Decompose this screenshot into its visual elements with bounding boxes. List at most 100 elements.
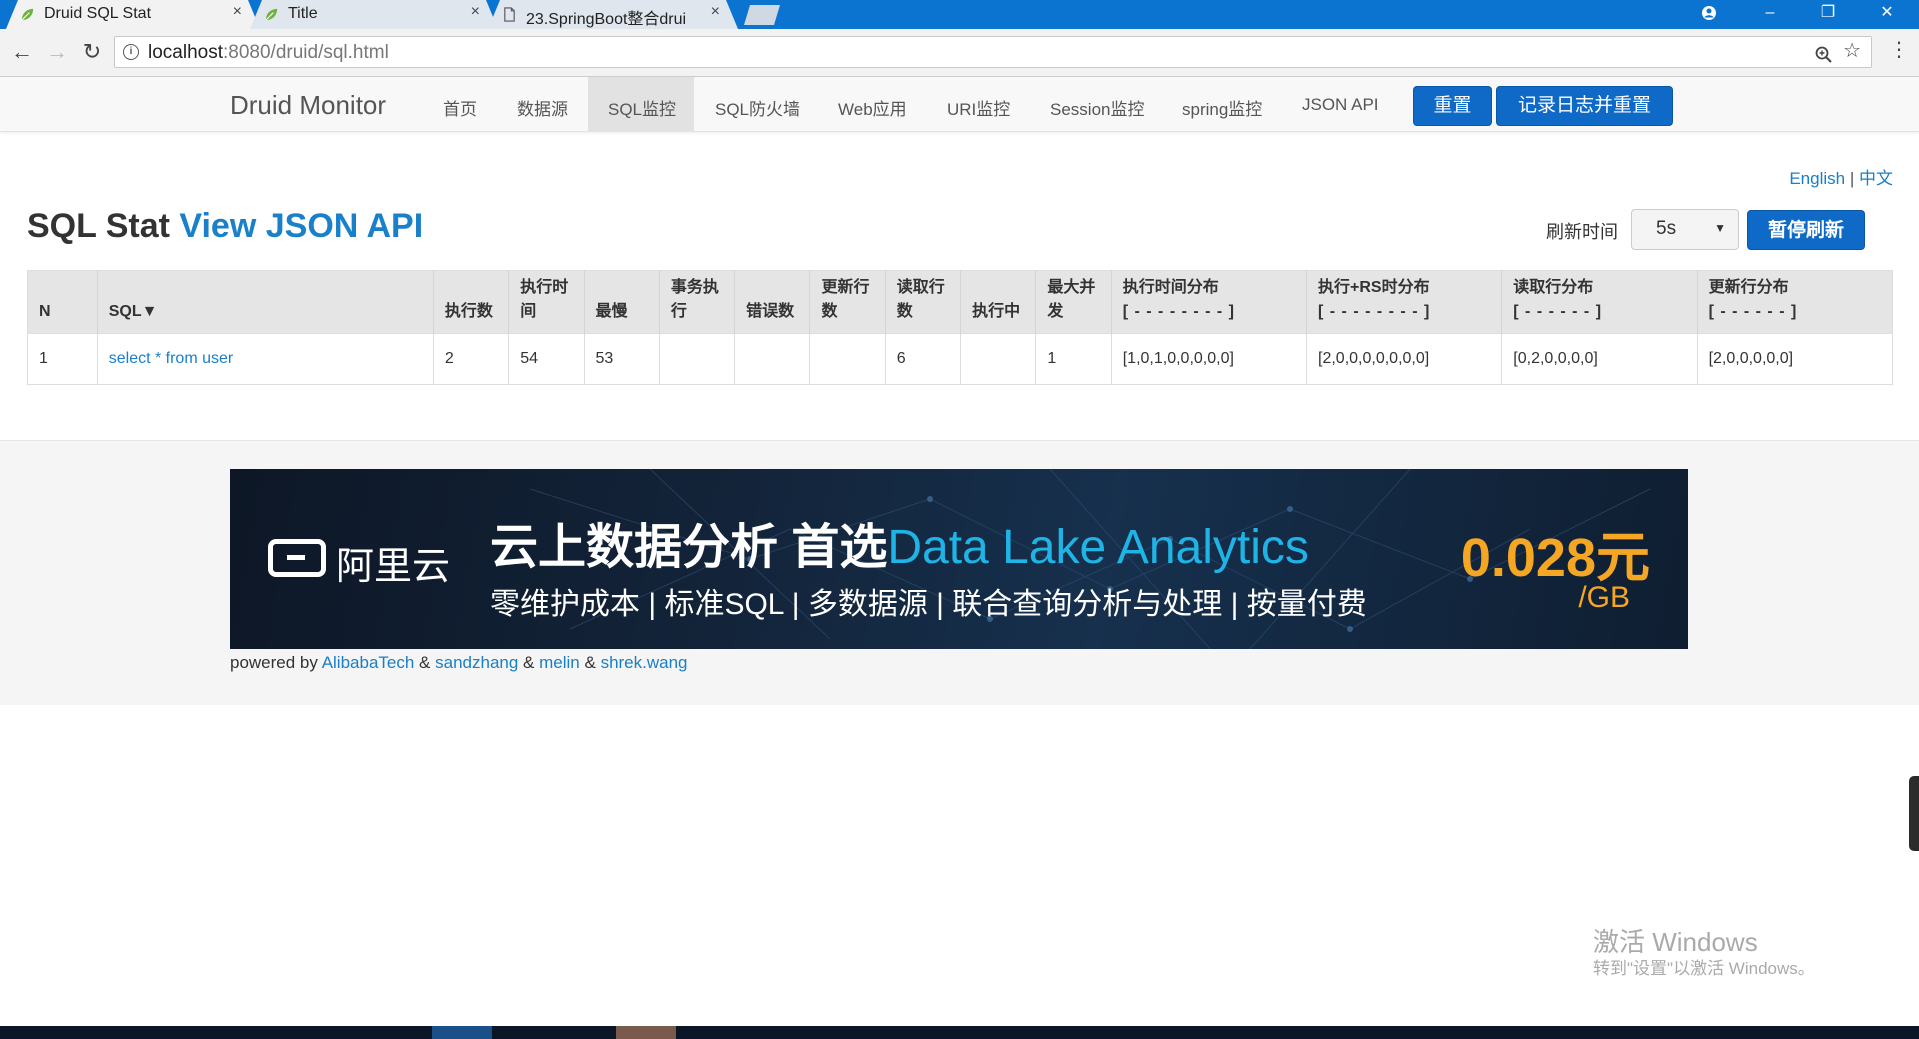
- windows-activation-hint: 转到"设置"以激活 Windows。: [1593, 959, 1815, 978]
- col-header-fetch-histogram: 读取行分布[ - - - - - - ]: [1501, 270, 1698, 334]
- zoom-icon[interactable]: [1815, 40, 1833, 69]
- banner-price-unit: /GB: [1578, 581, 1630, 614]
- pause-refresh-button[interactable]: 暂停刷新: [1747, 210, 1865, 250]
- col-header-errors[interactable]: 错误数: [734, 270, 810, 334]
- refresh-interval-select[interactable]: 5s ▼: [1631, 209, 1739, 250]
- taskbar-item[interactable]: [616, 1026, 676, 1039]
- banner-headline: 云上数据分析 首选Data Lake Analytics: [490, 521, 1309, 574]
- tab-title-page[interactable]: Title ×: [250, 0, 498, 29]
- leaf-icon: [264, 7, 279, 22]
- back-icon[interactable]: ←: [9, 40, 35, 64]
- side-scroll-handle[interactable]: [1909, 776, 1919, 851]
- cell-running: [960, 333, 1036, 385]
- close-icon[interactable]: ×: [711, 3, 720, 21]
- close-icon[interactable]: ×: [233, 3, 242, 21]
- leaf-icon: [20, 7, 35, 22]
- lang-chinese-link[interactable]: 中文: [1859, 169, 1893, 188]
- brand-title[interactable]: Druid Monitor: [230, 90, 386, 121]
- cell-exec-count: 2: [432, 333, 509, 385]
- sql-stat-table: N SQL▼ 执行数 执行时间 最慢 事务执行 错误数 更新行数 读取行数 执行…: [27, 270, 1893, 385]
- nav-web-app[interactable]: Web应用: [838, 95, 907, 120]
- aliyun-logo-text: 阿里云: [336, 546, 451, 588]
- cell-fetch-histogram: [0,2,0,0,0,0]: [1501, 333, 1698, 385]
- footer: 阿里云 云上数据分析 首选Data Lake Analytics 零维护成本 |…: [0, 440, 1919, 705]
- ad-banner[interactable]: 阿里云 云上数据分析 首选Data Lake Analytics 零维护成本 |…: [230, 469, 1688, 649]
- col-header-slowest[interactable]: 最慢: [583, 270, 660, 334]
- tab-title: 23.SpringBoot整合drui: [526, 11, 687, 28]
- nav-datasource[interactable]: 数据源: [517, 95, 568, 120]
- table-header-row: N SQL▼ 执行数 执行时间 最慢 事务执行 错误数 更新行数 读取行数 执行…: [27, 270, 1893, 334]
- language-switch: English | 中文: [1789, 164, 1893, 189]
- tab-strip: Druid SQL Stat × Title × 23.SpringBoot整合…: [0, 0, 1919, 29]
- minimize-icon[interactable]: –: [1747, 0, 1793, 29]
- col-header-max-concurrent[interactable]: 最大并发: [1035, 270, 1112, 334]
- page-title-text: SQL Stat: [27, 207, 170, 245]
- nav-json-api[interactable]: JSON API: [1302, 95, 1379, 115]
- druid-navbar: Druid Monitor 首页 数据源 SQL监控 SQL防火墙 Web应用 …: [0, 77, 1919, 132]
- window-close-icon[interactable]: ✕: [1864, 0, 1910, 29]
- link-sandzhang[interactable]: sandzhang: [435, 653, 518, 672]
- restore-icon[interactable]: ❐: [1805, 0, 1851, 29]
- bookmark-star-icon[interactable]: ☆: [1843, 38, 1861, 63]
- col-header-n[interactable]: N: [27, 270, 98, 334]
- cell-max-concurrent: 1: [1035, 333, 1112, 385]
- col-header-fetch-rows[interactable]: 读取行数: [884, 270, 961, 334]
- tab-springboot-druid[interactable]: 23.SpringBoot整合drui ×: [488, 0, 738, 29]
- address-bar[interactable]: i localhost:8080/druid/sql.html ☆: [114, 36, 1872, 68]
- cell-exec-rs-histogram: [2,0,0,0,0,0,0,0]: [1305, 333, 1502, 385]
- url-text: localhost:8080/druid/sql.html: [148, 42, 389, 63]
- lang-separator: |: [1849, 169, 1855, 188]
- col-header-exec-count[interactable]: 执行数: [432, 270, 509, 334]
- col-header-running[interactable]: 执行中: [960, 270, 1036, 334]
- cell-slowest: 53: [583, 333, 660, 385]
- lang-english-link[interactable]: English: [1789, 169, 1845, 188]
- document-icon: [502, 7, 517, 22]
- browser-toolbar: ← → ↻ i localhost:8080/druid/sql.html ☆ …: [0, 29, 1919, 77]
- col-header-exec-rs-histogram: 执行+RS时分布[ - - - - - - - - ]: [1305, 270, 1502, 334]
- cell-n: 1: [27, 333, 98, 385]
- reload-icon[interactable]: ↻: [79, 40, 105, 64]
- powered-by: powered by AlibabaTech & sandzhang & mel…: [230, 653, 688, 672]
- windows-taskbar: [0, 1026, 1919, 1039]
- info-icon[interactable]: i: [123, 44, 139, 60]
- nav-sql-monitor[interactable]: SQL监控: [608, 95, 676, 120]
- cell-sql: select * from user: [96, 333, 434, 385]
- taskbar-item[interactable]: [432, 1026, 492, 1039]
- link-alibabatech[interactable]: AlibabaTech: [322, 653, 415, 672]
- nav-sql-firewall[interactable]: SQL防火墙: [715, 95, 800, 120]
- banner-subline: 零维护成本 | 标准SQL | 多数据源 | 联合查询分析与处理 | 按量付费: [490, 588, 1367, 621]
- tab-druid-sql-stat[interactable]: Druid SQL Stat ×: [6, 0, 260, 29]
- cell-exec-histogram: [1,0,1,0,0,0,0,0]: [1110, 333, 1307, 385]
- forward-icon[interactable]: →: [44, 40, 70, 64]
- col-header-sql[interactable]: SQL▼: [96, 270, 434, 334]
- page-title: SQL Stat View JSON API: [27, 207, 423, 246]
- nav-uri-monitor[interactable]: URI监控: [947, 95, 1010, 120]
- tab-title: Title: [288, 5, 318, 22]
- nav-spring-monitor[interactable]: spring监控: [1182, 95, 1262, 120]
- link-melin[interactable]: melin: [539, 653, 580, 672]
- aliyun-logo-icon: [268, 539, 326, 577]
- caret-down-icon: ▼: [1714, 221, 1726, 235]
- new-tab-button[interactable]: [744, 5, 780, 25]
- profile-icon[interactable]: [1686, 0, 1732, 29]
- log-and-reset-button[interactable]: 记录日志并重置: [1496, 86, 1673, 126]
- nav-home[interactable]: 首页: [443, 95, 477, 120]
- menu-dots-icon[interactable]: ⋮: [1889, 37, 1909, 62]
- tab-title: Druid SQL Stat: [44, 5, 152, 22]
- reset-button[interactable]: 重置: [1413, 86, 1492, 126]
- cell-tx-exec: [658, 333, 735, 385]
- close-icon[interactable]: ×: [471, 3, 480, 21]
- cell-errors: [734, 333, 810, 385]
- cell-update-rows: [809, 333, 886, 385]
- link-shrek-wang[interactable]: shrek.wang: [601, 653, 688, 672]
- sql-link[interactable]: select * from user: [109, 350, 233, 367]
- cell-fetch-rows: 6: [884, 333, 961, 385]
- cell-exec-time: 54: [508, 333, 585, 385]
- col-header-update-rows[interactable]: 更新行数: [809, 270, 886, 334]
- nav-session-monitor[interactable]: Session监控: [1050, 95, 1144, 120]
- table-row: 1 select * from user 2 54 53 6 1 [1,0,1,…: [27, 333, 1893, 385]
- refresh-value: 5s: [1656, 218, 1677, 239]
- view-json-api-link[interactable]: View JSON API: [179, 207, 423, 245]
- col-header-exec-time[interactable]: 执行时间: [508, 270, 585, 334]
- col-header-tx-exec[interactable]: 事务执行: [658, 270, 735, 334]
